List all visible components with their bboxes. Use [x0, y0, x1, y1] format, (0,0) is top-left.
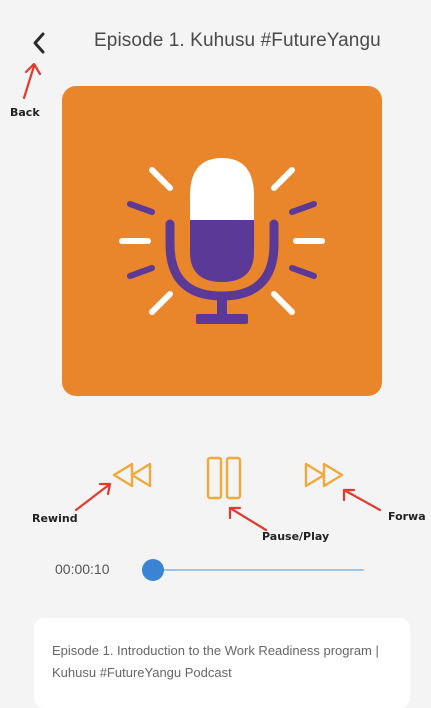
forward-annotation-arrow: [342, 488, 382, 512]
episode-description-card: Episode 1. Introduction to the Work Read…: [34, 618, 410, 708]
forward-annotation: Forwa: [388, 510, 426, 523]
back-annotation-arrow: [22, 62, 42, 100]
episode-title: Episode 1. Kuhusu #FutureYangu: [94, 30, 381, 51]
progress-row: 00:00:10: [0, 558, 431, 582]
rewind-annotation: Rewind: [32, 512, 78, 525]
header: Episode 1. Kuhusu #FutureYangu: [0, 0, 431, 80]
episode-description: Episode 1. Introduction to the Work Read…: [52, 643, 379, 680]
microphone-icon: [119, 158, 325, 324]
rewind-annotation-arrow: [74, 482, 112, 512]
pause-play-annotation: Pause/Play: [262, 530, 330, 543]
pause-play-button[interactable]: [204, 455, 244, 501]
podcast-cover-art: [62, 86, 382, 396]
pause-icon: [206, 456, 242, 500]
progress-track[interactable]: [152, 569, 364, 571]
back-annotation: Back: [10, 106, 40, 119]
elapsed-time: 00:00:10: [55, 561, 110, 577]
progress-knob[interactable]: [142, 559, 164, 581]
